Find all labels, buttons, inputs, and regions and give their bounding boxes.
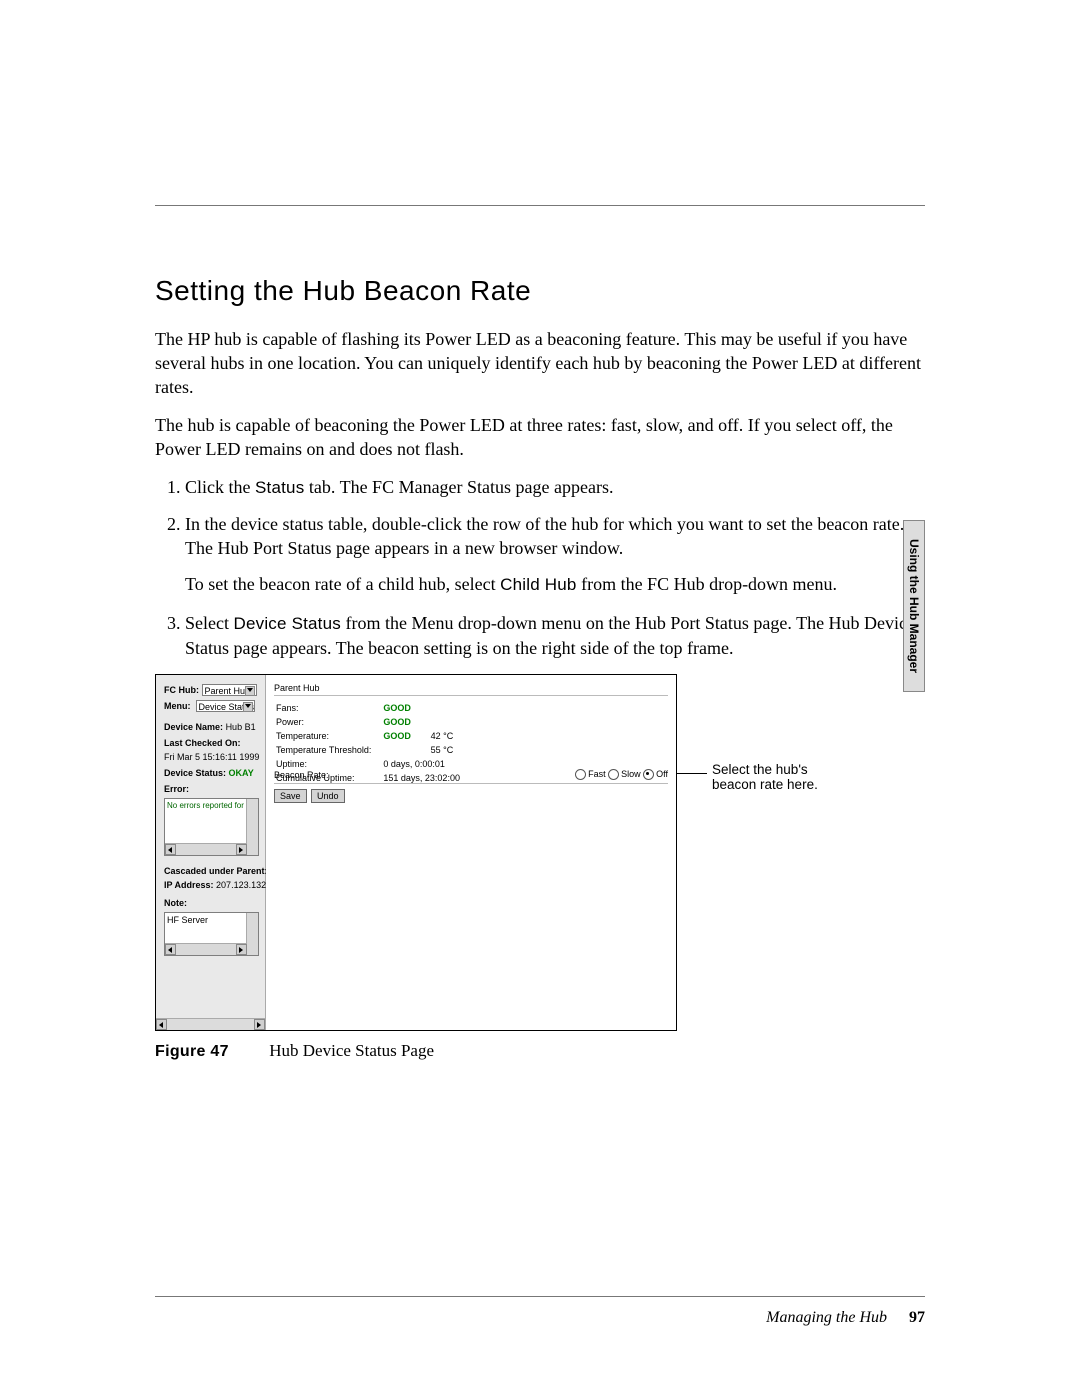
ss-lastchecked-label: Last Checked On: xyxy=(164,738,241,748)
undo-button[interactable]: Undo xyxy=(311,789,345,803)
row-temp-value: GOOD xyxy=(383,730,428,742)
row-power-label: Power: xyxy=(276,716,381,728)
table-row: Power:GOOD xyxy=(276,716,470,728)
ss-fchub-select[interactable]: Parent Hub xyxy=(202,684,257,696)
row-thr-label: Temperature Threshold: xyxy=(276,744,381,756)
step-2-sub-a: To set the beacon rate of a child hub, s… xyxy=(185,574,500,594)
paragraph-intro-2: The hub is capable of beaconing the Powe… xyxy=(155,413,925,461)
figure-caption: Figure 47 Hub Device Status Page xyxy=(155,1041,925,1061)
ss-ip-value: 207.123.132.7 xyxy=(216,880,274,890)
ss-error-box[interactable]: No errors reported for this xyxy=(164,798,259,856)
step-2: In the device status table, double-click… xyxy=(185,512,925,597)
radio-icon xyxy=(575,769,586,780)
footer: Managing the Hub 97 xyxy=(766,1309,925,1327)
row-temp-label: Temperature: xyxy=(276,730,381,742)
section-heading: Setting the Hub Beacon Rate xyxy=(155,275,925,307)
table-row: Temperature:GOOD42 °C xyxy=(276,730,470,742)
radio-slow[interactable]: Slow xyxy=(608,769,641,780)
screenshot: FC Hub: Parent Hub Menu: Device Status D… xyxy=(155,674,677,1031)
scroll-up-icon[interactable] xyxy=(247,913,258,924)
ss-left-hscroll[interactable] xyxy=(156,1018,265,1030)
rule-bottom xyxy=(155,1296,925,1297)
scroll-right-icon[interactable] xyxy=(236,944,247,955)
ss-note-value: HF Server xyxy=(167,915,208,925)
row-fans-label: Fans: xyxy=(276,702,381,714)
ss-fchub-label: FC Hub: xyxy=(164,685,199,695)
table-row: Temperature Threshold: 55 °C xyxy=(276,744,470,756)
scroll-right-icon[interactable] xyxy=(254,1019,265,1030)
ss-menu-label: Menu: xyxy=(164,701,191,711)
figure: FC Hub: Parent Hub Menu: Device Status D… xyxy=(155,674,925,1061)
page-number: 97 xyxy=(909,1309,925,1326)
section: Setting the Hub Beacon Rate The HP hub i… xyxy=(155,275,925,1061)
row-power-value: GOOD xyxy=(383,716,428,728)
side-tab-label: Using the Hub Manager xyxy=(907,539,921,673)
ss-ip-label: IP Address: xyxy=(164,880,214,890)
rule-top xyxy=(155,205,925,206)
callout-text: Select the hub's beacon rate here. xyxy=(712,762,842,792)
radio-fast[interactable]: Fast xyxy=(575,769,606,780)
step-2-text: In the device status table, double-click… xyxy=(185,514,904,558)
step-3-bold: Device Status xyxy=(233,614,340,633)
page: Using the Hub Manager Setting the Hub Be… xyxy=(0,0,1080,1397)
step-3-text-a: Select xyxy=(185,613,233,633)
radio-off-label: Off xyxy=(656,769,668,779)
step-1-text-a: Click the xyxy=(185,477,255,497)
figure-label: Figure 47 xyxy=(155,1043,265,1061)
scroll-up-icon[interactable] xyxy=(247,799,258,810)
ss-note-box[interactable]: HF Server xyxy=(164,912,259,956)
ss-lastchecked-value: Fri Mar 5 15:16:11 1999 xyxy=(164,752,259,762)
scroll-right-icon[interactable] xyxy=(236,844,247,855)
scroll-left-icon[interactable] xyxy=(165,844,176,855)
ss-error-label: Error: xyxy=(164,784,189,794)
step-1-text-b: tab. The FC Manager Status page appears. xyxy=(304,477,613,497)
ss-devstatus-label: Device Status: xyxy=(164,768,226,778)
callout: Select the hub's beacon rate here. xyxy=(677,674,925,1029)
ss-left-panel: FC Hub: Parent Hub Menu: Device Status D… xyxy=(156,675,266,1030)
radio-icon xyxy=(608,769,619,780)
ss-cascaded-label: Cascaded under Parent: xyxy=(164,866,268,876)
side-tab: Using the Hub Manager xyxy=(903,520,925,692)
ss-main-title: Parent Hub xyxy=(274,683,668,696)
radio-icon xyxy=(643,769,654,780)
callout-leader-line xyxy=(677,773,707,774)
ss-devname-value: Hub B1 xyxy=(226,722,256,732)
row-beacon-label: Beacon Rate: xyxy=(274,770,329,780)
row-thr-value2: 55 °C xyxy=(431,744,470,756)
ss-menu-select[interactable]: Device Status xyxy=(196,700,255,712)
scroll-down-icon[interactable] xyxy=(247,933,258,944)
chevron-down-icon xyxy=(245,704,251,708)
step-2-sub-bold: Child Hub xyxy=(500,575,576,594)
step-3: Select Device Status from the Menu drop-… xyxy=(185,611,925,660)
step-1: Click the Status tab. The FC Manager Sta… xyxy=(185,475,925,500)
scroll-down-icon[interactable] xyxy=(247,833,258,844)
ss-devstatus-value: OKAY xyxy=(229,768,254,778)
step-2-subpara: To set the beacon rate of a child hub, s… xyxy=(185,572,925,597)
radio-fast-label: Fast xyxy=(588,769,606,779)
ss-error-value: No errors reported for this xyxy=(167,801,245,810)
ss-fchub-value: Parent Hub xyxy=(205,686,251,696)
ss-main-panel: Parent Hub Fans:GOOD Power:GOOD Temperat… xyxy=(266,675,676,1030)
row-fans-value: GOOD xyxy=(383,702,428,714)
ss-devname-label: Device Name: xyxy=(164,722,223,732)
save-button[interactable]: Save xyxy=(274,789,307,803)
ss-note-label: Note: xyxy=(164,898,187,908)
radio-slow-label: Slow xyxy=(621,769,641,779)
scroll-left-icon[interactable] xyxy=(156,1019,167,1030)
footer-text: Managing the Hub xyxy=(766,1309,887,1326)
step-1-bold: Status xyxy=(255,478,304,497)
table-row: Fans:GOOD xyxy=(276,702,470,714)
row-temp-value2: 42 °C xyxy=(431,730,470,742)
radio-off[interactable]: Off xyxy=(643,769,668,780)
chevron-down-icon xyxy=(247,688,253,692)
step-2-sub-b: from the FC Hub drop-down menu. xyxy=(577,574,837,594)
paragraph-intro-1: The HP hub is capable of flashing its Po… xyxy=(155,327,925,399)
figure-caption-text: Hub Device Status Page xyxy=(269,1041,434,1060)
steps-list: Click the Status tab. The FC Manager Sta… xyxy=(155,475,925,660)
scroll-left-icon[interactable] xyxy=(165,944,176,955)
